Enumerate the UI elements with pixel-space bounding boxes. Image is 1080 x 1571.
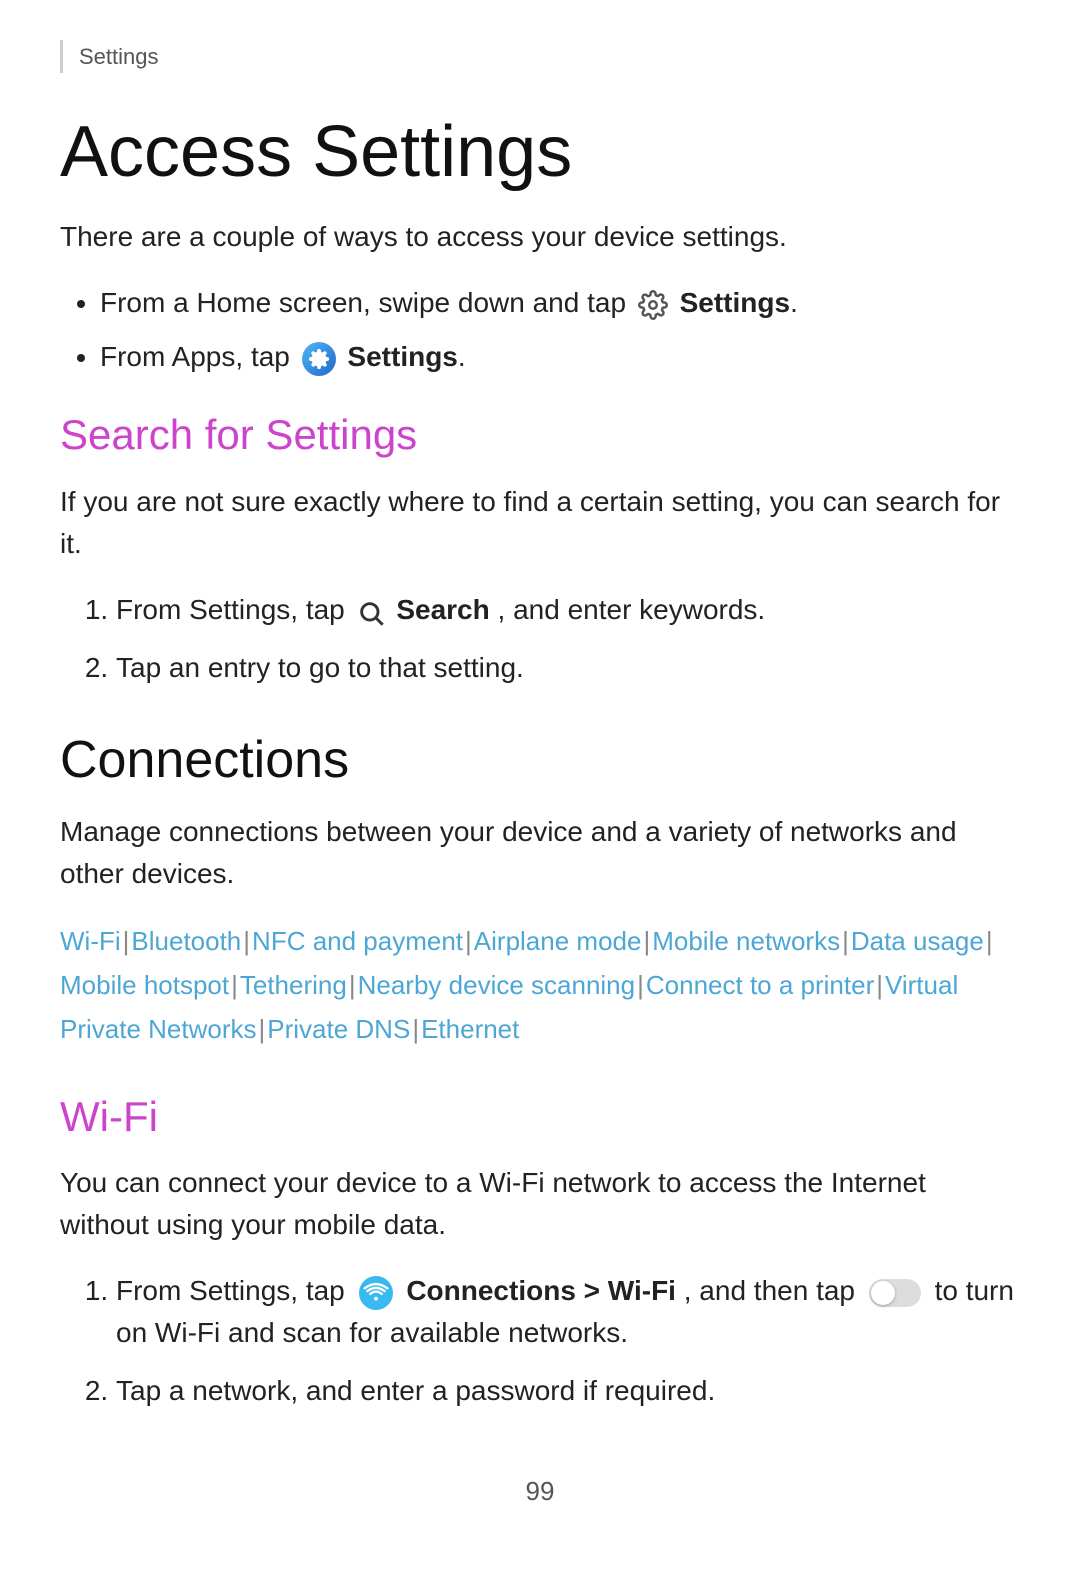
list-item: From a Home screen, swipe down and tap S… — [100, 282, 1020, 324]
list-item: Tap a network, and enter a password if r… — [116, 1370, 1020, 1412]
connections-section: Connections Manage connections between y… — [60, 729, 1020, 1052]
wifi-icon — [359, 1276, 393, 1310]
wifi-intro: You can connect your device to a Wi-Fi n… — [60, 1162, 1020, 1246]
page-title: Access Settings — [60, 113, 1020, 192]
connections-title: Connections — [60, 729, 1020, 791]
list-item: From Settings, tap Search , and enter ke… — [116, 589, 1020, 631]
access-bullets-list: From a Home screen, swipe down and tap S… — [60, 282, 1020, 378]
search-icon — [357, 597, 385, 625]
list-item: Tap an entry to go to that setting. — [116, 647, 1020, 689]
gear-icon — [638, 290, 668, 320]
link-mobile-hotspot[interactable]: Mobile hotspot — [60, 970, 229, 1000]
wifi-section: Wi-Fi You can connect your device to a W… — [60, 1092, 1020, 1412]
search-bold: Search — [396, 594, 489, 625]
settings-bold-2: Settings — [347, 341, 457, 372]
link-private-networks[interactable]: Private Networks — [60, 1014, 257, 1044]
search-title: Search for Settings — [60, 410, 1020, 460]
link-data-usage[interactable]: Data usage — [851, 926, 984, 956]
link-airplane[interactable]: Airplane mode — [474, 926, 642, 956]
link-wifi[interactable]: Wi-Fi — [60, 926, 121, 956]
wifi-step1-before: From Settings, tap — [116, 1275, 353, 1306]
link-bluetooth[interactable]: Bluetooth — [131, 926, 241, 956]
link-mobile-networks[interactable]: Mobile networks — [652, 926, 840, 956]
bullet-text-1: From a Home screen, swipe down and tap — [100, 287, 634, 318]
list-item: From Apps, tap Settings. — [100, 336, 1020, 378]
wifi-title: Wi-Fi — [60, 1092, 1020, 1142]
connections-links: Wi-Fi|Bluetooth|NFC and payment|Airplane… — [60, 919, 1020, 1052]
page-footer: 99 — [60, 1472, 1020, 1511]
step2-text: Tap an entry to go to that setting. — [116, 652, 524, 683]
link-vpn[interactable]: Virtual — [885, 970, 958, 1000]
list-item: From Settings, tap Connections > Wi-Fi ,… — [116, 1270, 1020, 1354]
step1-text: From Settings, tap — [116, 594, 353, 625]
connections-wi-fi-bold: Connections > Wi-Fi — [406, 1275, 676, 1306]
bullet-text-2: From Apps, tap — [100, 341, 298, 372]
wifi-steps-list: From Settings, tap Connections > Wi-Fi ,… — [60, 1270, 1020, 1412]
link-nearby-scanning[interactable]: Nearby device scanning — [358, 970, 636, 1000]
settings-bold-1: Settings — [680, 287, 790, 318]
settings-circle-icon — [302, 342, 336, 376]
link-nfc[interactable]: NFC and payment — [252, 926, 463, 956]
access-intro: There are a couple of ways to access you… — [60, 216, 1020, 258]
breadcrumb: Settings — [60, 40, 1020, 73]
toggle-icon — [869, 1279, 921, 1307]
link-connect-printer[interactable]: Connect to a printer — [646, 970, 874, 1000]
search-steps-list: From Settings, tap Search , and enter ke… — [60, 589, 1020, 689]
link-private-dns[interactable]: Private DNS — [267, 1014, 410, 1044]
page-number: 99 — [526, 1476, 555, 1506]
search-section: Search for Settings If you are not sure … — [60, 410, 1020, 688]
link-ethernet[interactable]: Ethernet — [421, 1014, 519, 1044]
link-tethering[interactable]: Tethering — [240, 970, 347, 1000]
search-intro: If you are not sure exactly where to fin… — [60, 481, 1020, 565]
wifi-step2-text: Tap a network, and enter a password if r… — [116, 1375, 715, 1406]
wifi-step1-middle: , and then tap — [684, 1275, 863, 1306]
connections-intro: Manage connections between your device a… — [60, 811, 1020, 895]
